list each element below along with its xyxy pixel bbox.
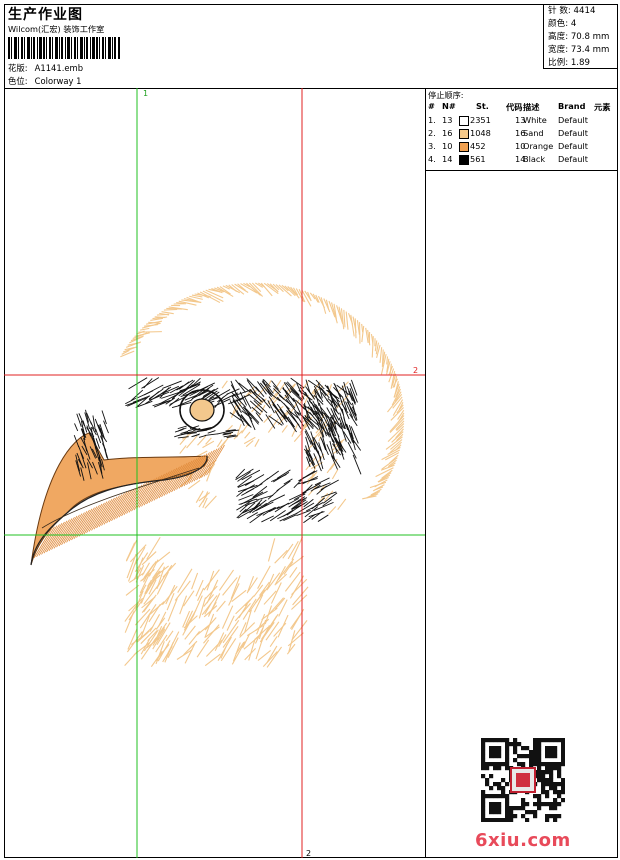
stop-sequence-table: 停止顺序: # N# St. 代码 描述 Brand 元素 1. 13 2351 13… — [426, 88, 618, 171]
guide-label-red-v: 2 — [306, 849, 311, 858]
col-desc: 描述 — [523, 102, 540, 112]
seq-brand: Default — [558, 128, 588, 138]
seq-brand: Default — [558, 154, 588, 164]
design-value: A1141.emb — [34, 63, 84, 73]
beak-orange-fill — [30, 432, 225, 566]
seq-brand: Default — [558, 141, 588, 151]
seq-index: 3. — [428, 141, 436, 151]
seq-description: Sand — [523, 128, 544, 138]
stats-box: 针 数: 4414 颜色: 4 高度: 70.8 mm 宽度: 73.4 mm … — [543, 4, 618, 69]
seq-n: 13 — [442, 115, 453, 125]
guide-label-green: 1 — [143, 89, 148, 98]
watermark: 6xiu.com — [475, 830, 571, 851]
design-width: 宽度: 73.4 mm — [548, 45, 610, 55]
colorway-value: Colorway 1 — [34, 76, 82, 86]
page-title: 生产作业图 — [8, 7, 83, 23]
guide-label-red-h: 2 — [413, 366, 418, 375]
col-brand: Brand — [558, 101, 586, 111]
seq-brand: Default — [558, 115, 588, 125]
design-preview: 1 2 2 — [4, 88, 425, 858]
color-swatch — [459, 155, 469, 165]
color-count: 颜色: 4 — [548, 19, 577, 29]
seq-description: White — [523, 115, 547, 125]
seq-index: 4. — [428, 154, 436, 164]
color-swatch — [459, 142, 469, 152]
stop-sequence-title: 停止顺序: — [428, 90, 464, 100]
col-index: # — [428, 101, 435, 111]
col-n: N# — [442, 101, 456, 111]
seq-stitches: 2351 — [470, 115, 491, 125]
design-scale: 比例: 1.89 — [548, 58, 590, 68]
eye-iris — [189, 398, 215, 422]
col-st: St. — [476, 101, 489, 111]
page-subtitle: Wilcom(汇宏) 装饰工作室 — [8, 24, 105, 34]
color-swatch — [459, 116, 469, 126]
seq-description: Black — [523, 154, 546, 164]
qr-code — [481, 738, 565, 822]
colorway-row: 色位: Colorway 1 — [8, 75, 81, 87]
seq-description: Orange — [523, 141, 554, 151]
barcode — [8, 37, 120, 59]
design-label: 花版: — [8, 63, 28, 73]
col-code: 代码 — [506, 102, 523, 112]
seq-stitches: 1048 — [470, 128, 491, 138]
seq-stitches: 561 — [470, 154, 486, 164]
color-swatch — [459, 129, 469, 139]
design-row: 花版: A1141.emb — [8, 62, 83, 74]
seq-index: 2. — [428, 128, 436, 138]
seq-n: 10 — [442, 141, 453, 151]
colorway-label: 色位: — [8, 76, 28, 86]
stitch-count: 针 数: 4414 — [548, 6, 596, 16]
seq-index: 1. — [428, 115, 436, 125]
design-height: 高度: 70.8 mm — [548, 32, 610, 42]
seq-n: 14 — [442, 154, 453, 164]
seq-n: 16 — [442, 128, 453, 138]
seq-stitches: 452 — [470, 141, 486, 151]
col-element: 元素 — [594, 102, 611, 112]
